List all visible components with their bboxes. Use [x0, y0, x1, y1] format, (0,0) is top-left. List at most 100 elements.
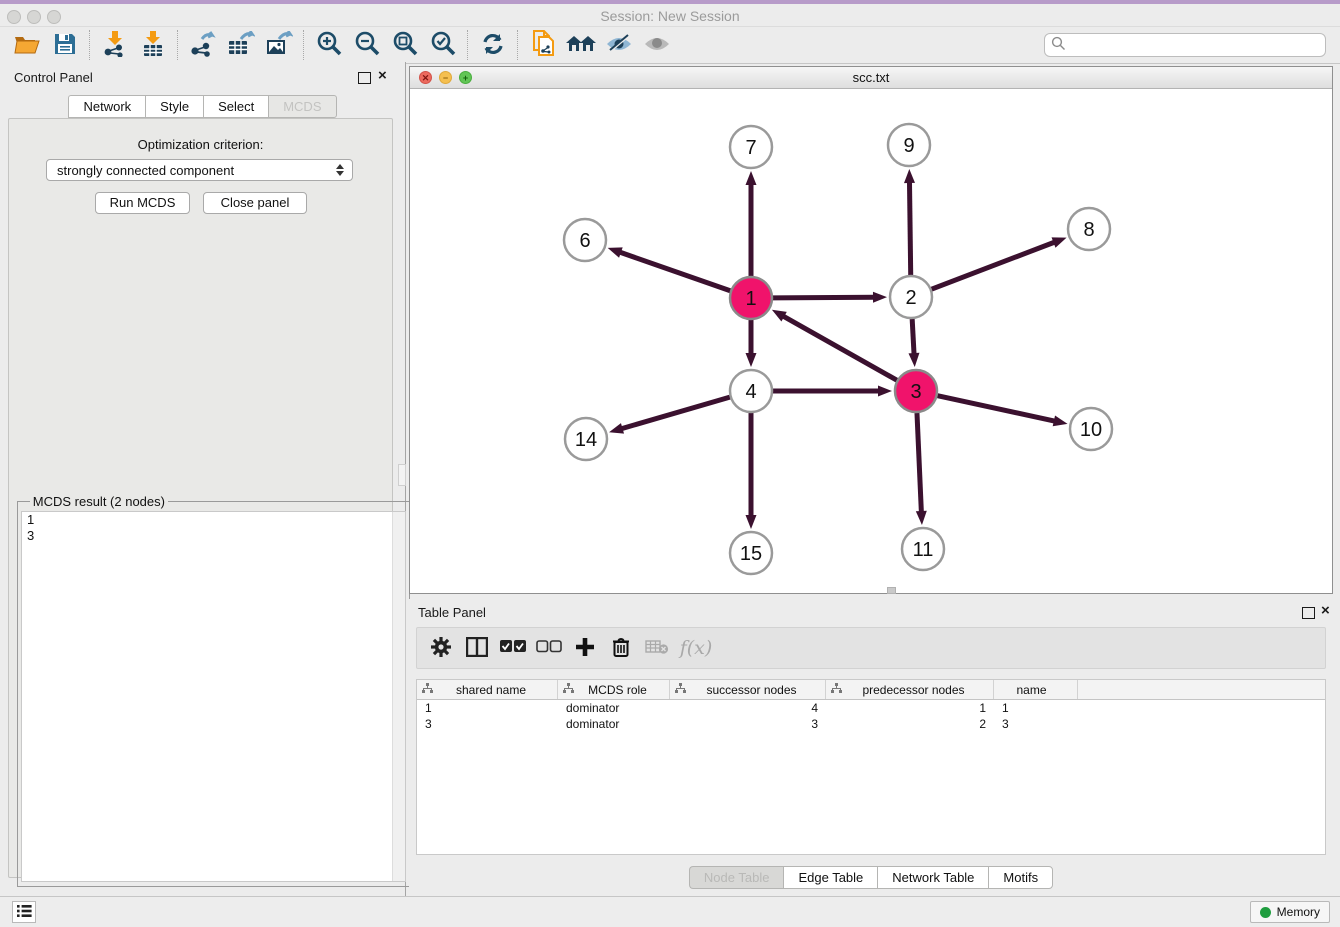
table-cell[interactable]: 3: [670, 716, 826, 732]
column-header-name[interactable]: name: [994, 680, 1078, 699]
close-panel-button[interactable]: Close panel: [203, 192, 307, 214]
network-window-titlebar[interactable]: ✕ − + scc.txt: [410, 67, 1332, 89]
select-all-columns-button[interactable]: [495, 631, 531, 665]
column-header-shared-name[interactable]: shared name: [417, 680, 558, 699]
network-view-window: ✕ − + scc.txt 7968124314101511: [409, 66, 1333, 594]
table-cell[interactable]: dominator: [558, 700, 670, 716]
search-input[interactable]: [1066, 37, 1325, 54]
graph-node-label: 10: [1080, 419, 1102, 441]
float-panel-icon[interactable]: [358, 72, 371, 84]
close-panel-icon[interactable]: ×: [378, 67, 387, 84]
houses-icon: [565, 32, 597, 59]
first-neighbors-button[interactable]: [564, 30, 598, 60]
control-panel: Control Panel × NetworkStyleSelectMCDS O…: [0, 62, 406, 896]
export-image-icon: [265, 31, 293, 60]
graph-edge-4-14[interactable]: [620, 397, 730, 429]
table-panel: Table Panel ×: [409, 599, 1333, 893]
zoom-out-button[interactable]: [350, 30, 384, 60]
arrowhead-icon: [908, 353, 919, 367]
table-row[interactable]: 3dominator323: [417, 716, 1325, 732]
graph-node-label: 6: [579, 230, 590, 252]
graph-edge-1-2[interactable]: [773, 297, 876, 298]
open-session-button[interactable]: [10, 30, 44, 60]
import-network-button[interactable]: [98, 30, 132, 60]
memory-button[interactable]: Memory: [1250, 901, 1330, 923]
result-scrollbar[interactable]: [392, 512, 405, 881]
show-all-button[interactable]: [640, 30, 674, 60]
graph-edge-3-11[interactable]: [917, 413, 921, 514]
delete-rows-button[interactable]: [603, 631, 639, 665]
column-header-label: MCDS role: [574, 683, 669, 697]
tab-style[interactable]: Style: [145, 95, 203, 118]
table-float-icon[interactable]: [1302, 607, 1315, 619]
mcds-result-group: MCDS result (2 nodes) 13: [17, 494, 410, 887]
export-table-button[interactable]: [224, 30, 258, 60]
table-cell[interactable]: 3: [417, 716, 558, 732]
table-cell[interactable]: 3: [994, 716, 1078, 732]
graph-edge-2-9[interactable]: [909, 180, 910, 275]
export-image-button[interactable]: [262, 30, 296, 60]
save-session-button[interactable]: [48, 30, 82, 60]
table-close-icon[interactable]: ×: [1321, 602, 1330, 619]
run-mcds-button[interactable]: Run MCDS: [95, 192, 190, 214]
tab-select[interactable]: Select: [203, 95, 268, 118]
table-cell[interactable]: 1: [826, 700, 994, 716]
table-settings-button[interactable]: [423, 631, 459, 665]
column-header-MCDS-role[interactable]: MCDS role: [558, 680, 670, 699]
graph-edge-1-6[interactable]: [618, 252, 730, 291]
column-header-label: shared name: [433, 683, 557, 697]
zoom-selected-button[interactable]: [426, 30, 460, 60]
network-graph-canvas[interactable]: 7968124314101511: [410, 89, 1332, 592]
optimization-criterion-select[interactable]: strongly connected component: [46, 159, 353, 181]
tab-network[interactable]: Network: [68, 95, 145, 118]
panel-splitter-handle[interactable]: [398, 464, 406, 486]
mcds-result-list[interactable]: 13: [21, 511, 406, 882]
eye-icon: [643, 33, 671, 58]
graph-edge-2-8[interactable]: [932, 241, 1057, 289]
tab-edge-table[interactable]: Edge Table: [783, 866, 877, 889]
table-cell[interactable]: 1: [417, 700, 558, 716]
table-cell[interactable]: dominator: [558, 716, 670, 732]
mcds-panel: Optimization criterion: strongly connect…: [8, 118, 393, 878]
table-cell[interactable]: 2: [826, 716, 994, 732]
duplicate-network-button[interactable]: [526, 30, 560, 60]
result-line: 1: [22, 512, 405, 528]
zoom-fit-button[interactable]: [388, 30, 422, 60]
zoom-in-icon: [316, 31, 342, 60]
column-header-label: name: [994, 683, 1077, 697]
task-history-button[interactable]: [12, 901, 36, 923]
graph-edge-2-3[interactable]: [912, 319, 914, 356]
tab-motifs[interactable]: Motifs: [988, 866, 1053, 889]
import-table-button[interactable]: [136, 30, 170, 60]
hide-unselected-button[interactable]: [602, 30, 636, 60]
deselect-all-columns-button[interactable]: [531, 631, 567, 665]
table-toolbar: f(x): [416, 627, 1326, 669]
create-column-button[interactable]: [567, 631, 603, 665]
table-row[interactable]: 1dominator411: [417, 700, 1325, 716]
column-header-predecessor-nodes[interactable]: predecessor nodes: [826, 680, 994, 699]
table-cell[interactable]: 4: [670, 700, 826, 716]
arrowhead-icon: [916, 511, 927, 525]
graph-node-label: 11: [913, 539, 934, 561]
refresh-button[interactable]: [476, 30, 510, 60]
graph-edge-3-10[interactable]: [937, 396, 1056, 422]
export-network-button[interactable]: [186, 30, 220, 60]
table-panel-title: Table Panel: [418, 605, 486, 620]
show-columns-button[interactable]: [459, 631, 495, 665]
export-table-icon: [227, 31, 255, 60]
function-builder-button-disabled: f(x): [675, 631, 711, 665]
control-panel-title: Control Panel: [14, 70, 93, 85]
tab-mcds[interactable]: MCDS: [268, 95, 336, 118]
zoom-in-button[interactable]: [312, 30, 346, 60]
zoom-selected-icon: [430, 31, 456, 60]
column-header-successor-nodes[interactable]: successor nodes: [670, 680, 826, 699]
mcds-result-title: MCDS result (2 nodes): [30, 494, 168, 509]
search-box[interactable]: [1044, 33, 1326, 57]
graph-edge-3-1[interactable]: [781, 315, 896, 380]
network-resize-handle[interactable]: [887, 587, 896, 594]
table-cell[interactable]: 1: [994, 700, 1078, 716]
tab-network-table[interactable]: Network Table: [877, 866, 988, 889]
graph-node-label: 9: [903, 135, 914, 157]
tab-node-table[interactable]: Node Table: [689, 866, 784, 889]
arrowhead-icon: [746, 515, 757, 529]
